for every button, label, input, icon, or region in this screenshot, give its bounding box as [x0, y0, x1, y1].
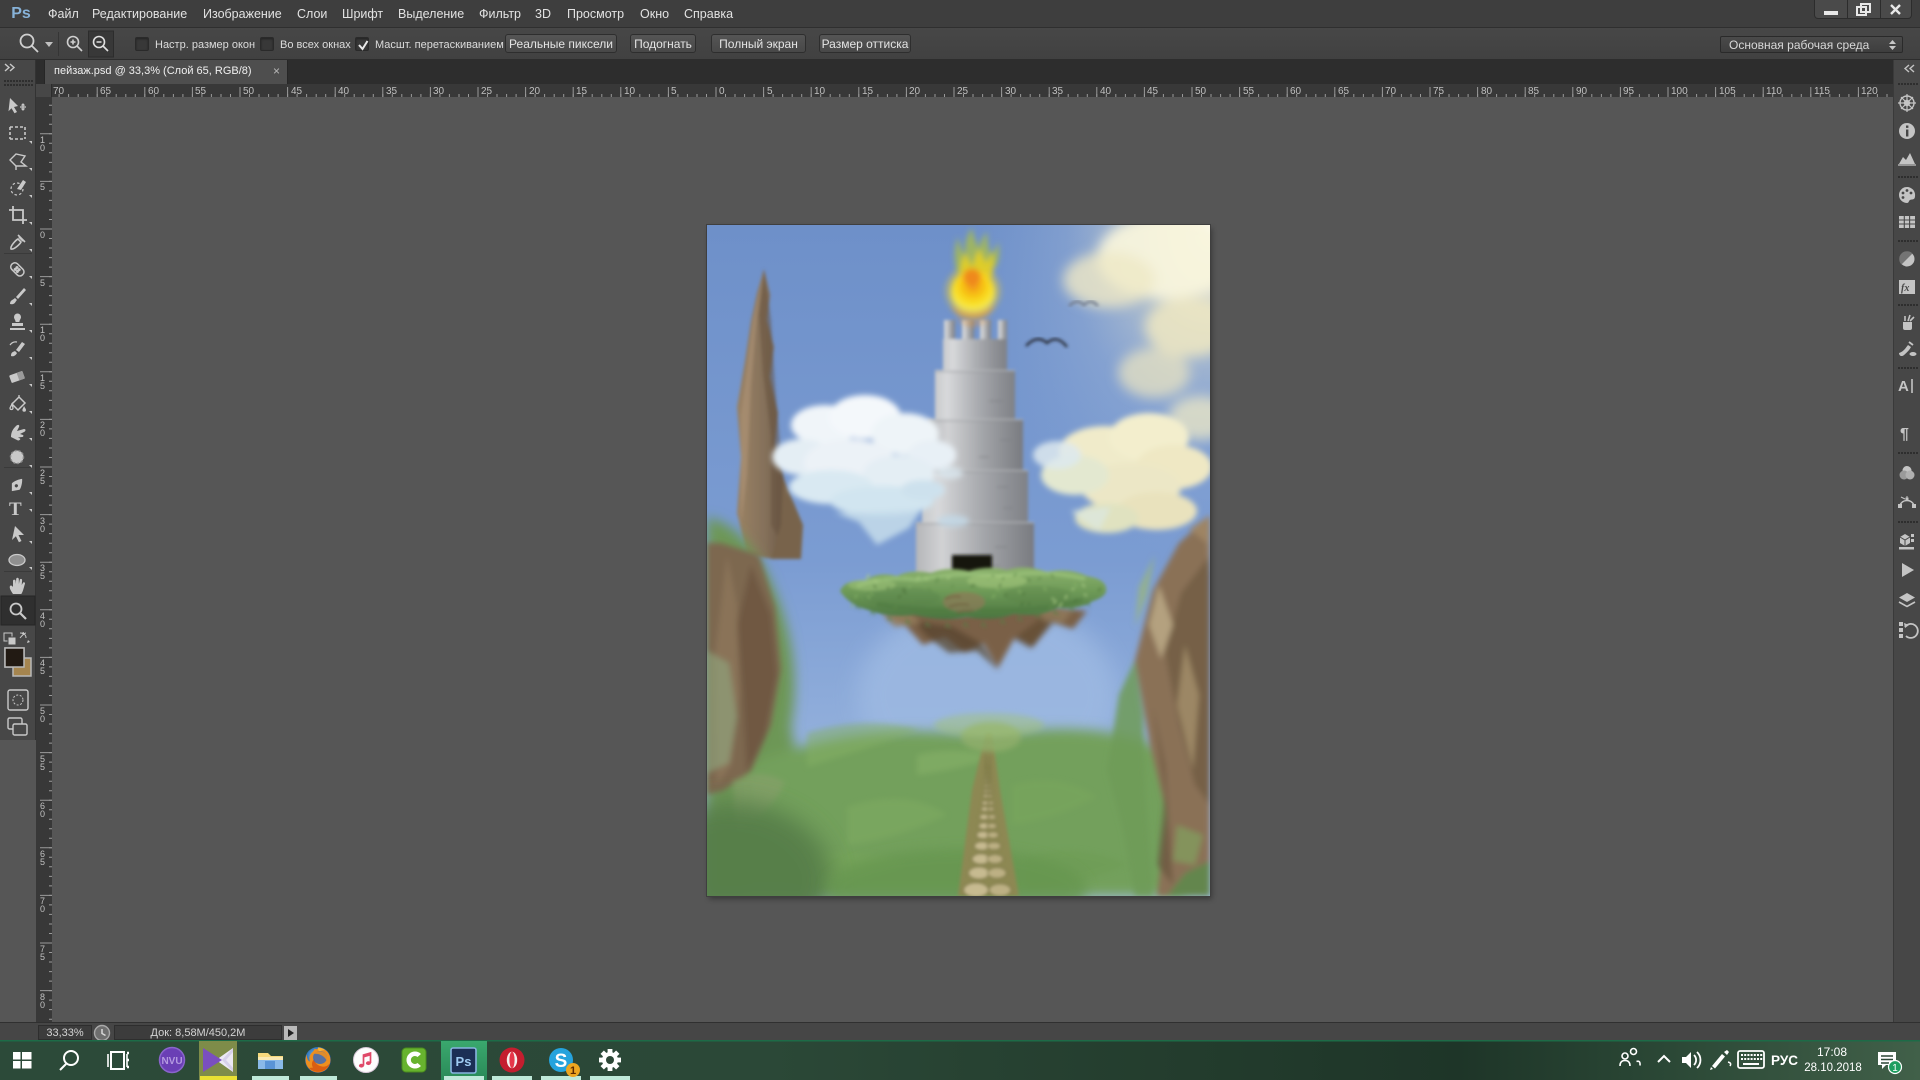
svg-text:0: 0 [40, 619, 45, 629]
svg-text:115: 115 [1814, 86, 1830, 97]
svg-text:55: 55 [195, 86, 207, 97]
svg-text:5: 5 [40, 952, 45, 962]
svg-text:70: 70 [1385, 86, 1397, 97]
svg-text:0: 0 [40, 524, 45, 534]
svg-text:¶: ¶ [1900, 426, 1909, 443]
svg-text:РУС: РУС [1771, 1053, 1798, 1068]
svg-text:10: 10 [624, 86, 636, 97]
svg-text:fx: fx [1901, 283, 1909, 294]
svg-text:110: 110 [1766, 86, 1782, 97]
svg-text:5: 5 [40, 762, 45, 772]
svg-text:35: 35 [386, 86, 398, 97]
svg-text:5: 5 [40, 381, 45, 391]
svg-text:Ps: Ps [456, 1054, 472, 1069]
svg-text:20: 20 [529, 86, 541, 97]
svg-text:45: 45 [291, 86, 303, 97]
svg-text:25: 25 [957, 86, 969, 97]
svg-text:5: 5 [40, 182, 45, 192]
svg-text:0: 0 [719, 86, 725, 97]
svg-text:25: 25 [481, 86, 493, 97]
svg-text:0: 0 [40, 1000, 45, 1010]
svg-text:60: 60 [148, 86, 160, 97]
svg-text:0: 0 [40, 714, 45, 724]
svg-text:30: 30 [1005, 86, 1017, 97]
svg-text:NVU: NVU [161, 1056, 182, 1067]
svg-text:65: 65 [1338, 86, 1350, 97]
svg-text:55: 55 [1243, 86, 1255, 97]
svg-text:5: 5 [40, 476, 45, 486]
svg-text:30: 30 [433, 86, 445, 97]
svg-text:A: A [1898, 378, 1909, 395]
svg-text:1: 1 [570, 1065, 576, 1077]
svg-text:15: 15 [862, 86, 874, 97]
svg-text:15: 15 [576, 86, 588, 97]
svg-text:75: 75 [1433, 86, 1445, 97]
svg-text:5: 5 [40, 571, 45, 581]
svg-text:85: 85 [1528, 86, 1540, 97]
svg-text:90: 90 [1576, 86, 1588, 97]
svg-text:1: 1 [1892, 1063, 1898, 1074]
svg-text:40: 40 [1100, 86, 1112, 97]
svg-text:120: 120 [1861, 86, 1878, 97]
svg-text:60: 60 [1290, 86, 1302, 97]
svg-text:105: 105 [1719, 86, 1736, 97]
svg-text:0: 0 [40, 143, 45, 153]
svg-text:10: 10 [814, 86, 826, 97]
svg-text:5: 5 [40, 857, 45, 867]
svg-text:95: 95 [1623, 86, 1635, 97]
svg-text:T: T [9, 499, 22, 520]
svg-text:45: 45 [1147, 86, 1159, 97]
svg-text:5: 5 [40, 666, 45, 676]
svg-text:70: 70 [53, 86, 65, 97]
svg-text:0: 0 [40, 904, 45, 914]
svg-text:0: 0 [40, 809, 45, 819]
svg-text:0: 0 [40, 333, 45, 343]
svg-text:80: 80 [1481, 86, 1493, 97]
svg-text:0: 0 [40, 428, 45, 438]
svg-text:17:08: 17:08 [1817, 1045, 1847, 1059]
svg-text:50: 50 [1195, 86, 1207, 97]
svg-text:S: S [555, 1051, 568, 1072]
svg-text:65: 65 [100, 86, 112, 97]
svg-text:5: 5 [671, 86, 677, 97]
svg-text:28.10.2018: 28.10.2018 [1804, 1062, 1862, 1074]
svg-text:0: 0 [40, 230, 45, 240]
svg-text:50: 50 [243, 86, 255, 97]
svg-text:5: 5 [767, 86, 773, 97]
svg-text:35: 35 [1052, 86, 1064, 97]
svg-text:5: 5 [40, 278, 45, 288]
svg-text:100: 100 [1671, 86, 1688, 97]
svg-text:20: 20 [909, 86, 921, 97]
svg-text:40: 40 [338, 86, 350, 97]
